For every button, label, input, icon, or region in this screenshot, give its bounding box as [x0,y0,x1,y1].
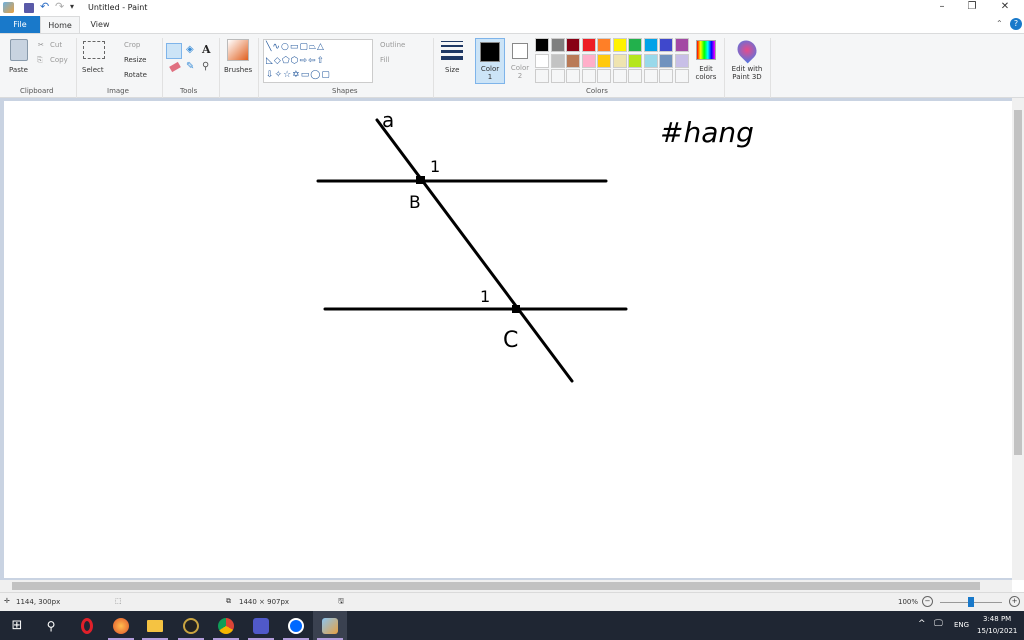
teams-button[interactable] [244,611,278,640]
point-label-c: C [503,328,518,353]
firefox-button[interactable] [104,611,138,640]
network-icon[interactable]: 🖵 [934,619,943,629]
zalo-icon [288,617,304,634]
zalo-button[interactable] [279,611,313,640]
start-button[interactable]: ⊞ [0,611,34,640]
vertical-scroll-thumb[interactable] [1014,110,1022,455]
file-size-icon: 🖫 [338,597,344,605]
paint-taskbar-button[interactable] [313,611,347,640]
windows-icon: ⊞ [11,618,23,633]
taskbar: ⊞ ⚲ ^ 🖵 ENG 3:48 PM 15/10/2021 [0,611,1024,640]
file-explorer-button[interactable] [138,611,172,640]
search-icon: ⚲ [46,618,56,633]
image-size: 1440 × 907px [239,598,290,606]
angle-label-b: 1 [430,157,440,176]
zoom-level: 100% [898,598,919,606]
vertical-scrollbar[interactable] [1012,98,1024,580]
drawing-layer: a 1 B 1 C #hang [316,108,754,383]
language-indicator[interactable]: ENG [954,621,969,629]
zoom-slider-thumb[interactable] [968,597,974,607]
point-c-marker [512,305,520,313]
folder-icon [147,619,163,632]
cursor-position: 1144, 300px [16,598,61,606]
transversal-line-a [375,118,574,383]
cursor-position-icon: ✛ [4,597,10,605]
opera-button[interactable] [70,611,104,640]
horizontal-scrollbar[interactable] [0,580,1012,592]
paint-icon [322,617,338,634]
teams-icon [253,617,269,634]
status-bar: ✛ 1144, 300px ⬚ ⧉ 1440 × 907px 🖫 100% − … [0,592,1024,611]
app-button[interactable] [174,611,208,640]
line-label-a: a [382,108,394,132]
clock-date[interactable]: 15/10/2021 [977,627,1017,635]
app-icon [183,617,199,634]
chrome-icon [218,617,234,634]
handwritten-note: #hang [660,116,754,149]
opera-icon [81,617,93,634]
point-b-marker [416,176,425,184]
clock-time[interactable]: 3:48 PM [983,615,1011,623]
zoom-in-button[interactable]: + [1009,596,1020,607]
zoom-out-button[interactable]: − [922,596,933,607]
show-hidden-icons[interactable]: ^ [918,619,926,629]
image-size-icon: ⧉ [226,597,231,605]
selection-size-icon: ⬚ [115,597,122,605]
search-button[interactable]: ⚲ [34,611,68,640]
horizontal-scroll-thumb[interactable] [12,582,980,590]
chrome-button[interactable] [209,611,243,640]
firefox-icon [113,617,129,634]
angle-label-c: 1 [480,287,490,306]
point-label-b: B [409,193,421,213]
